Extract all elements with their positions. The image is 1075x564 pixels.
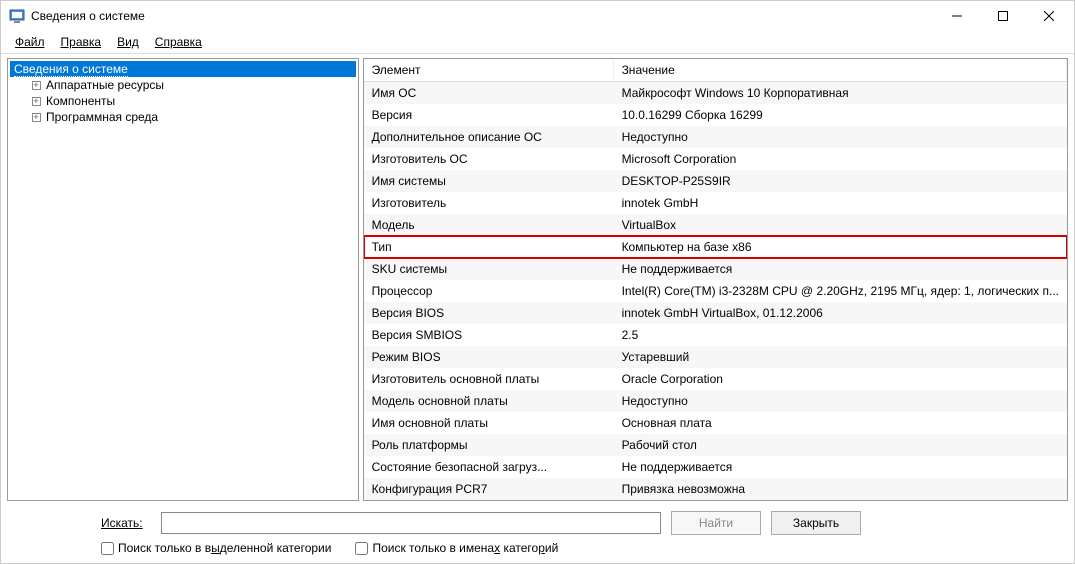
close-search-button[interactable]: Закрыть	[771, 511, 861, 535]
tree-panel[interactable]: Сведения о системе + Аппаратные ресурсы + К…	[7, 58, 359, 501]
column-header-value[interactable]: Значение	[614, 59, 1067, 81]
cell-name: Изготовитель ОС	[364, 150, 614, 168]
data-row[interactable]: МодельVirtualBox	[364, 214, 1067, 236]
cell-name: Имя системы	[364, 172, 614, 190]
data-header: Элемент Значение	[364, 59, 1067, 82]
expand-icon[interactable]: +	[30, 79, 42, 91]
search-label: Искать:	[101, 516, 151, 530]
check-category-names-box[interactable]	[355, 542, 368, 555]
data-row[interactable]: Состояние безопасной загруз...Не поддерж…	[364, 456, 1067, 478]
cell-value: Основная плата	[614, 414, 1067, 432]
column-header-name[interactable]: Элемент	[364, 59, 614, 81]
menu-help[interactable]: Справка	[147, 33, 210, 51]
data-row[interactable]: Режим BIOSУстаревший	[364, 346, 1067, 368]
tree-item[interactable]: + Программная среда	[26, 109, 356, 125]
cell-name: Модель основной платы	[364, 392, 614, 410]
window: Сведения о системе Файл Правка Вид Справ…	[0, 0, 1075, 564]
maximize-button[interactable]	[980, 1, 1026, 31]
titlebar: Сведения о системе	[1, 1, 1074, 31]
cell-value: Недоступно	[614, 128, 1067, 146]
cell-value: 10.0.16299 Сборка 16299	[614, 106, 1067, 124]
data-row[interactable]: Изготовитель основной платыOracle Corpor…	[364, 368, 1067, 390]
cell-name: Изготовитель	[364, 194, 614, 212]
data-row[interactable]: Изготовитель ОСMicrosoft Corporation	[364, 148, 1067, 170]
close-button[interactable]	[1026, 1, 1072, 31]
window-title: Сведения о системе	[31, 9, 934, 23]
cell-value: Рабочий стол	[614, 436, 1067, 454]
data-row[interactable]: Версия BIOSinnotek GmbH VirtualBox, 01.1…	[364, 302, 1067, 324]
data-row[interactable]: Дополнительное описание ОСНедоступно	[364, 126, 1067, 148]
cell-name: Роль платформы	[364, 436, 614, 454]
cell-value: innotek GmbH VirtualBox, 01.12.2006	[614, 304, 1067, 322]
data-row[interactable]: Роль платформыРабочий стол	[364, 434, 1067, 456]
cell-name: Имя основной платы	[364, 414, 614, 432]
cell-value: 2.5	[614, 326, 1067, 344]
menu-file[interactable]: Файл	[7, 33, 53, 51]
menubar: Файл Правка Вид Справка	[1, 31, 1074, 53]
cell-name: Версия SMBIOS	[364, 326, 614, 344]
cell-name: Дополнительное описание ОС	[364, 128, 614, 146]
tree-item[interactable]: + Аппаратные ресурсы	[26, 77, 356, 93]
tree-item-label: Аппаратные ресурсы	[46, 78, 164, 92]
data-row[interactable]: Конфигурация PCR7Привязка невозможна	[364, 478, 1067, 500]
cell-name: Изготовитель основной платы	[364, 370, 614, 388]
cell-name: Конфигурация PCR7	[364, 480, 614, 498]
expand-icon[interactable]: +	[30, 95, 42, 107]
cell-name: Процессор	[364, 282, 614, 300]
cell-value: Microsoft Corporation	[614, 150, 1067, 168]
cell-value: innotek GmbH	[614, 194, 1067, 212]
window-controls	[934, 1, 1072, 31]
data-row[interactable]: Изготовительinnotek GmbH	[364, 192, 1067, 214]
cell-value: VirtualBox	[614, 216, 1067, 234]
cell-value: Не поддерживается	[614, 260, 1067, 278]
data-row[interactable]: Имя основной платыОсновная плата	[364, 412, 1067, 434]
cell-value: Устаревший	[614, 348, 1067, 366]
cell-name: Версия	[364, 106, 614, 124]
data-row[interactable]: Имя ОСМайкрософт Windows 10 Корпоративна…	[364, 82, 1067, 104]
tree-item[interactable]: + Компоненты	[26, 93, 356, 109]
data-panel: Элемент Значение Имя ОСМайкрософт Window…	[363, 58, 1068, 501]
tree-item-label: Программная среда	[46, 110, 158, 124]
data-row[interactable]: Версия SMBIOS2.5	[364, 324, 1067, 346]
cell-value: Компьютер на базе x86	[614, 238, 1067, 256]
data-row[interactable]: Версия10.0.16299 Сборка 16299	[364, 104, 1067, 126]
content: Сведения о системе + Аппаратные ресурсы + К…	[1, 53, 1074, 505]
data-row[interactable]: ПроцессорIntel(R) Core(TM) i3-2328M CPU …	[364, 280, 1067, 302]
cell-name: Версия BIOS	[364, 304, 614, 322]
data-row[interactable]: Модель основной платыНедоступно	[364, 390, 1067, 412]
check-selected-category[interactable]: Поиск только в выделенной категории	[101, 541, 331, 555]
data-row[interactable]: SKU системыНе поддерживается	[364, 258, 1067, 280]
cell-value: Недоступно	[614, 392, 1067, 410]
cell-value: DESKTOP-P25S9IR	[614, 172, 1067, 190]
cell-name: Режим BIOS	[364, 348, 614, 366]
cell-value: Майкрософт Windows 10 Корпоративная	[614, 84, 1067, 102]
search-area: Искать: Найти Закрыть Поиск только в выд…	[1, 505, 1074, 563]
data-row[interactable]: ТипКомпьютер на базе x86	[364, 236, 1067, 258]
data-row[interactable]: Имя системыDESKTOP-P25S9IR	[364, 170, 1067, 192]
find-button[interactable]: Найти	[671, 511, 761, 535]
cell-value: Не поддерживается	[614, 458, 1067, 476]
check-selected-category-box[interactable]	[101, 542, 114, 555]
menu-view[interactable]: Вид	[109, 33, 147, 51]
app-icon	[9, 8, 25, 24]
data-body[interactable]: Имя ОСМайкрософт Windows 10 Корпоративна…	[364, 82, 1067, 500]
tree-item-label: Компоненты	[46, 94, 115, 108]
cell-name: Имя ОС	[364, 84, 614, 102]
cell-value: Intel(R) Core(TM) i3-2328M CPU @ 2.20GHz…	[614, 282, 1067, 300]
cell-name: Модель	[364, 216, 614, 234]
search-input[interactable]	[161, 512, 661, 534]
expand-icon[interactable]: +	[30, 111, 42, 123]
tree-root[interactable]: Сведения о системе	[10, 61, 356, 77]
cell-name: Тип	[364, 238, 614, 256]
cell-value: Привязка невозможна	[614, 480, 1067, 498]
cell-name: SKU системы	[364, 260, 614, 278]
check-category-names[interactable]: Поиск только в именах категорий	[355, 541, 558, 555]
minimize-button[interactable]	[934, 1, 980, 31]
menu-edit[interactable]: Правка	[53, 33, 110, 51]
cell-name: Состояние безопасной загруз...	[364, 458, 614, 476]
cell-value: Oracle Corporation	[614, 370, 1067, 388]
